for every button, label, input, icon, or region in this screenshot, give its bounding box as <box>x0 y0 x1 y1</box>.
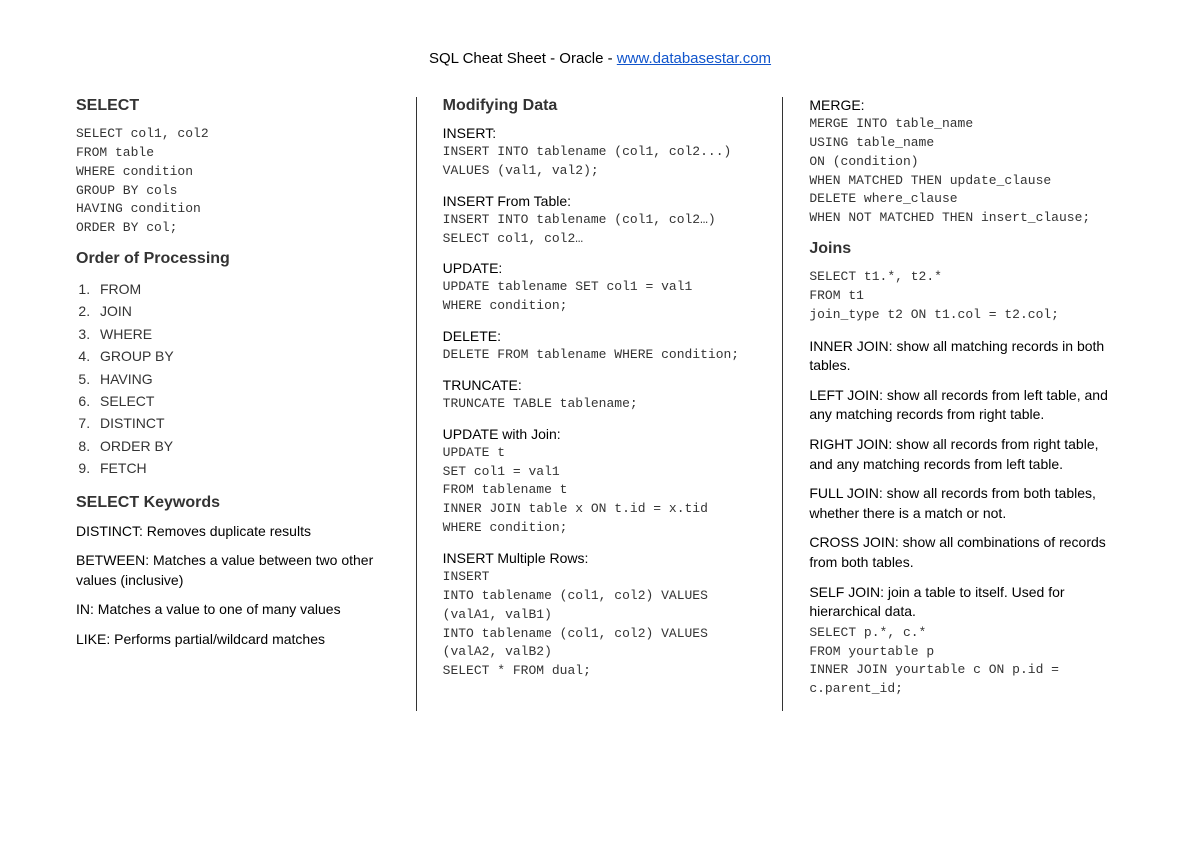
update-with-join-code: UPDATE t SET col1 = val1 FROM tablename … <box>443 444 757 538</box>
select-code: SELECT col1, col2 FROM table WHERE condi… <box>76 125 390 238</box>
left-join-desc: LEFT JOIN: show all records from left ta… <box>809 386 1124 425</box>
kw-between: BETWEEN: Matches a value between two oth… <box>76 551 390 590</box>
insert-from-table-label: INSERT From Table: <box>443 193 757 209</box>
joins-code: SELECT t1.*, t2.* FROM t1 join_type t2 O… <box>809 268 1124 325</box>
kw-in: IN: Matches a value to one of many value… <box>76 600 390 620</box>
update-code: UPDATE tablename SET col1 = val1 WHERE c… <box>443 278 757 316</box>
list-item: WHERE <box>94 323 390 345</box>
order-of-processing-list: FROM JOIN WHERE GROUP BY HAVING SELECT D… <box>94 278 390 480</box>
update-with-join-label: UPDATE with Join: <box>443 426 757 442</box>
list-item: DISTINCT <box>94 412 390 434</box>
kw-distinct: DISTINCT: Removes duplicate results <box>76 522 390 542</box>
title-prefix: SQL Cheat Sheet - Oracle - <box>429 50 617 67</box>
select-heading: SELECT <box>76 97 390 115</box>
column-1: SELECT SELECT col1, col2 FROM table WHER… <box>50 97 417 711</box>
list-item: ORDER BY <box>94 435 390 457</box>
page-title: SQL Cheat Sheet - Oracle - www.databases… <box>50 50 1150 67</box>
right-join-desc: RIGHT JOIN: show all records from right … <box>809 435 1124 474</box>
insert-label: INSERT: <box>443 125 757 141</box>
list-item: FETCH <box>94 457 390 479</box>
merge-label: MERGE: <box>809 97 1124 113</box>
insert-from-table-code: INSERT INTO tablename (col1, col2…) SELE… <box>443 211 757 249</box>
delete-label: DELETE: <box>443 328 757 344</box>
insert-code: INSERT INTO tablename (col1, col2...) VA… <box>443 143 757 181</box>
self-join-code: SELECT p.*, c.* FROM yourtable p INNER J… <box>809 624 1124 699</box>
select-keywords-heading: SELECT Keywords <box>76 494 390 512</box>
self-join-desc: SELF JOIN: join a table to itself. Used … <box>809 583 1124 622</box>
kw-like: LIKE: Performs partial/wildcard matches <box>76 630 390 650</box>
inner-join-desc: INNER JOIN: show all matching records in… <box>809 337 1124 376</box>
list-item: GROUP BY <box>94 345 390 367</box>
delete-code: DELETE FROM tablename WHERE condition; <box>443 346 757 365</box>
modifying-data-heading: Modifying Data <box>443 97 757 115</box>
update-label: UPDATE: <box>443 260 757 276</box>
list-item: HAVING <box>94 368 390 390</box>
list-item: SELECT <box>94 390 390 412</box>
merge-code: MERGE INTO table_name USING table_name O… <box>809 115 1124 228</box>
order-of-processing-heading: Order of Processing <box>76 250 390 268</box>
insert-multiple-rows-code: INSERT INTO tablename (col1, col2) VALUE… <box>443 568 757 681</box>
columns-container: SELECT SELECT col1, col2 FROM table WHER… <box>50 97 1150 711</box>
joins-heading: Joins <box>809 240 1124 258</box>
truncate-label: TRUNCATE: <box>443 377 757 393</box>
full-join-desc: FULL JOIN: show all records from both ta… <box>809 484 1124 523</box>
list-item: JOIN <box>94 300 390 322</box>
cross-join-desc: CROSS JOIN: show all combinations of rec… <box>809 533 1124 572</box>
column-2: Modifying Data INSERT: INSERT INTO table… <box>417 97 784 711</box>
column-3: MERGE: MERGE INTO table_name USING table… <box>783 97 1150 711</box>
truncate-code: TRUNCATE TABLE tablename; <box>443 395 757 414</box>
insert-multiple-rows-label: INSERT Multiple Rows: <box>443 550 757 566</box>
title-link[interactable]: www.databasestar.com <box>617 50 771 67</box>
list-item: FROM <box>94 278 390 300</box>
